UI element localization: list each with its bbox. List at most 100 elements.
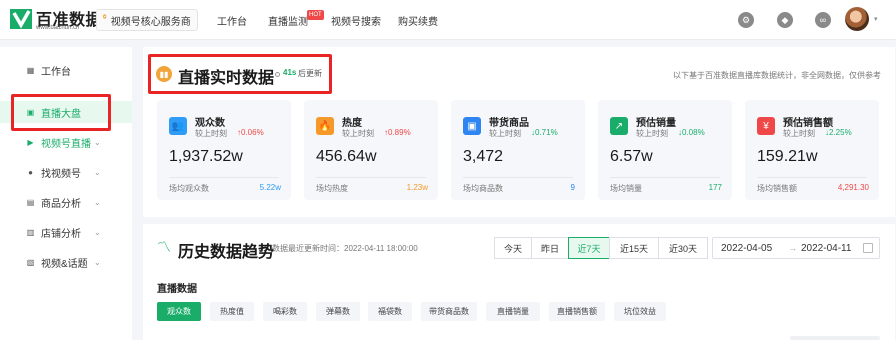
divider xyxy=(463,177,573,178)
card-value: 1,937.52w xyxy=(169,148,243,165)
chevron-down-icon: ⌄ xyxy=(94,137,101,147)
metric-tab-danmaku[interactable]: 弹幕数 xyxy=(316,302,360,321)
card-change-value: 0.71% xyxy=(535,128,558,137)
metric-tab-slot-efficiency[interactable]: 坑位效益 xyxy=(614,302,666,321)
card-value: 456.64w xyxy=(316,148,377,165)
card-compare-label: 较上时刻 xyxy=(342,129,374,138)
date-range-picker[interactable]: 2022-04-05 → 2022-04-11 xyxy=(712,237,880,259)
card-change: ↓2.25% xyxy=(825,128,852,137)
divider xyxy=(757,177,867,178)
card-change-value: 0.06% xyxy=(241,128,264,137)
history-update-time: 数据最近更新时间：2022-04-11 18:00:00 xyxy=(272,244,418,253)
metric-tab-cheers[interactable]: 喝彩数 xyxy=(263,302,307,321)
stat-card-audience: 👥 观众数 较上时刻 ↑0.06% 1,937.52w 场均观众数 5.22w xyxy=(157,100,291,200)
card-name: 观众数 xyxy=(195,118,225,129)
stat-card-sales-amount: ¥ 预估销售额 较上时刻 ↓2.25% 159.21w 场均销售额 4,291.… xyxy=(745,100,879,200)
service-badge[interactable]: ᭜ 视频号核心服务商 xyxy=(96,9,198,31)
card-change: ↑0.06% xyxy=(237,128,264,137)
history-title: 历史数据趋势 xyxy=(178,244,275,261)
card-compare-label: 较上时刻 xyxy=(783,129,815,138)
card-change-value: 0.08% xyxy=(682,128,705,137)
chevron-down-icon[interactable]: ▾ xyxy=(874,15,878,23)
range-yesterday[interactable]: 昨日 xyxy=(531,237,569,259)
fire-icon: 🔥 xyxy=(316,117,334,135)
sidebar-item-video-live[interactable]: ▶ 视频号直播 ⌄ xyxy=(0,131,132,153)
sidebar-item-goods-analysis[interactable]: ▤ 商品分析 ⌄ xyxy=(0,191,132,213)
top-bar: 百准数据 www.baizhun.cn ᭜ 视频号核心服务商 工作台 直播监测 … xyxy=(0,0,896,40)
stat-card-goods: ▣ 带货商品 较上时刻 ↓0.71% 3,472 场均商品数 9 xyxy=(451,100,585,200)
hot-badge: HOT xyxy=(307,10,324,20)
nav-live-monitor[interactable]: 直播监测 xyxy=(268,13,308,28)
card-change-value: 2.25% xyxy=(829,128,852,137)
nav-video-search[interactable]: 视频号搜索 xyxy=(331,13,381,28)
card-foot-label: 场均热度 xyxy=(316,184,348,193)
sidebar-item-store-analysis[interactable]: ▥ 店铺分析 ⌄ xyxy=(0,221,132,243)
sidebar-item-label: 视频&话题 xyxy=(41,258,88,270)
sidebar-item-label: 商品分析 xyxy=(41,198,81,210)
sidebar-item-workbench[interactable]: ▦ 工作台 xyxy=(0,59,132,81)
highlight-box-title xyxy=(148,54,332,94)
calendar-icon[interactable] xyxy=(863,243,873,253)
metric-tab-live-sales-amount[interactable]: 直播销售额 xyxy=(549,302,605,321)
range-15days[interactable]: 近15天 xyxy=(609,237,659,259)
card-name: 预估销量 xyxy=(636,118,676,129)
yuan-icon: ¥ xyxy=(757,117,775,135)
card-change: ↑0.89% xyxy=(384,128,411,137)
trend-icon: ↗ xyxy=(610,117,628,135)
range-7days[interactable]: 近7天 xyxy=(568,237,610,259)
nav-workbench[interactable]: 工作台 xyxy=(217,13,247,28)
metric-tab-heat[interactable]: 热度值 xyxy=(210,302,254,321)
card-foot-label: 场均销量 xyxy=(610,184,642,193)
card-change-value: 0.89% xyxy=(388,128,411,137)
audience-icon: 👥 xyxy=(169,117,187,135)
card-change: ↓0.71% xyxy=(531,128,558,137)
date-start[interactable]: 2022-04-05 xyxy=(721,243,772,254)
card-foot-value: 177 xyxy=(708,183,722,192)
arrow-right-icon: → xyxy=(788,243,797,253)
card-value: 3,472 xyxy=(463,148,504,165)
card-foot-value: 4,291.30 xyxy=(837,183,869,192)
goods-icon: ▤ xyxy=(26,197,35,207)
sidebar-item-find-video[interactable]: ● 找视频号 ⌄ xyxy=(0,161,132,183)
date-end[interactable]: 2022-04-11 xyxy=(801,243,851,254)
card-foot-value: 1.23w xyxy=(406,183,428,192)
chevron-down-icon: ⌄ xyxy=(94,227,101,237)
logo-icon xyxy=(10,9,32,29)
topic-icon: ▧ xyxy=(26,257,35,267)
range-today[interactable]: 今天 xyxy=(494,237,532,259)
nav-purchase[interactable]: 购买续费 xyxy=(398,13,438,28)
link-icon[interactable]: ∞ xyxy=(815,12,831,28)
chevron-down-icon: ⌄ xyxy=(94,257,101,267)
chevron-down-icon: ⌄ xyxy=(94,167,101,177)
service-badge-label: 视频号核心服务商 xyxy=(110,16,191,28)
sidebar-item-label: 找视频号 xyxy=(41,168,81,180)
card-compare-label: 较上时刻 xyxy=(195,129,227,138)
tools-icon[interactable]: ⚙ xyxy=(738,12,754,28)
card-foot-label: 场均观众数 xyxy=(169,184,209,193)
sidebar: ▦ 工作台 ▣ 直播大盘 ▶ 视频号直播 ⌄ ● 找视频号 ⌄ ▤ 商品分析 ⌄… xyxy=(0,47,132,340)
metric-tab-goods-count[interactable]: 带货商品数 xyxy=(421,302,477,321)
stat-card-sales-volume: ↗ 预估销量 较上时刻 ↓0.08% 6.57w 场均销量 177 xyxy=(598,100,732,200)
metric-tab-lucky-bag[interactable]: 福袋数 xyxy=(368,302,412,321)
divider xyxy=(169,177,279,178)
metric-tab-audience[interactable]: 观众数 xyxy=(157,302,201,321)
card-name: 热度 xyxy=(342,118,362,129)
card-compare-label: 较上时刻 xyxy=(636,129,668,138)
dashboard-icon: ▦ xyxy=(26,65,35,75)
video-live-icon: ▶ xyxy=(27,137,34,147)
service-badge-icon: ᭜ xyxy=(103,13,107,24)
logo[interactable]: 百准数据 www.baizhun.cn xyxy=(10,7,102,35)
cube-icon[interactable]: ◆ xyxy=(777,12,793,28)
metric-tab-live-sales[interactable]: 直播销量 xyxy=(486,302,540,321)
range-30days[interactable]: 近30天 xyxy=(658,237,708,259)
trend-line-icon: 〽 xyxy=(157,239,171,255)
sidebar-item-video-topic[interactable]: ▧ 视频&话题 ⌄ xyxy=(0,251,132,273)
store-icon: ▥ xyxy=(26,227,35,237)
sidebar-item-label: 视频号直播 xyxy=(41,138,91,150)
card-foot-value: 9 xyxy=(570,183,575,192)
divider xyxy=(316,177,426,178)
avatar[interactable] xyxy=(845,7,869,31)
logo-domain: www.baizhun.cn xyxy=(36,25,80,31)
stat-card-heat: 🔥 热度 较上时刻 ↑0.89% 456.64w 场均热度 1.23w xyxy=(304,100,438,200)
user-icon: ● xyxy=(28,167,33,177)
